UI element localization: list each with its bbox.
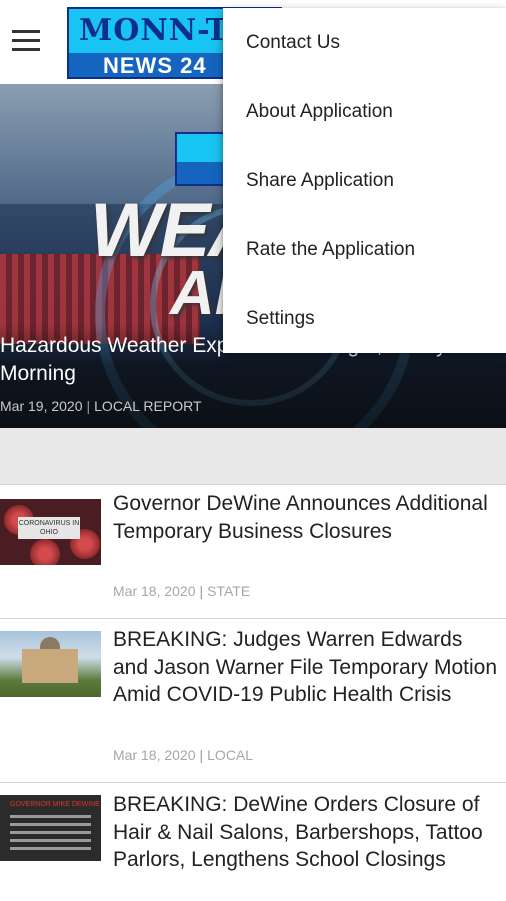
article-title: BREAKING: Judges Warren Edwards and Jaso… [113, 628, 497, 706]
menu-item-share-application[interactable]: Share Application [223, 146, 506, 215]
article-date: Mar 18, 2020 [113, 747, 196, 763]
article-meta: Mar 18, 2020 | STATE [113, 581, 250, 601]
article-item[interactable]: GOVERNOR MIKE DEWINE BREAKING: DeWine Or… [0, 782, 506, 901]
article-thumbnail: CORONAVIRUS IN OHIO [0, 499, 101, 565]
featured-story-meta: Mar 19, 2020 | LOCAL REPORT [0, 396, 202, 416]
article-category: LOCAL [207, 747, 254, 763]
article-title: BREAKING: DeWine Orders Closure of Hair … [113, 793, 483, 871]
featured-category: LOCAL REPORT [94, 398, 202, 414]
menu-item-about-application[interactable]: About Application [223, 77, 506, 146]
thumbnail-caption: CORONAVIRUS IN OHIO [18, 517, 80, 539]
article-thumbnail: GOVERNOR MIKE DEWINE [0, 795, 101, 861]
article-meta: Mar 18, 2020 | LOCAL [113, 745, 253, 765]
menu-item-settings[interactable]: Settings [223, 284, 506, 353]
article-item[interactable]: BREAKING: Judges Warren Edwards and Jaso… [0, 618, 506, 783]
meta-separator: | [86, 398, 91, 414]
article-title: Governor DeWine Announces Additional Tem… [113, 492, 488, 543]
article-list: CORONAVIRUS IN OHIO Governor DeWine Anno… [0, 484, 506, 901]
overflow-menu: Contact Us About Application Share Appli… [223, 8, 506, 353]
article-date: Mar 18, 2020 [113, 583, 196, 599]
thumbnail-caption: GOVERNOR MIKE DEWINE [10, 801, 100, 808]
hamburger-menu-icon[interactable] [12, 30, 40, 54]
article-thumbnail [0, 631, 101, 697]
featured-title-line2: Morning [0, 362, 76, 385]
meta-separator: | [199, 747, 204, 763]
article-category: STATE [207, 583, 251, 599]
menu-item-rate-application[interactable]: Rate the Application [223, 215, 506, 284]
menu-item-contact-us[interactable]: Contact Us [223, 8, 506, 77]
article-item[interactable]: CORONAVIRUS IN OHIO Governor DeWine Anno… [0, 484, 506, 619]
featured-date: Mar 19, 2020 [0, 398, 83, 414]
meta-separator: | [199, 583, 204, 599]
